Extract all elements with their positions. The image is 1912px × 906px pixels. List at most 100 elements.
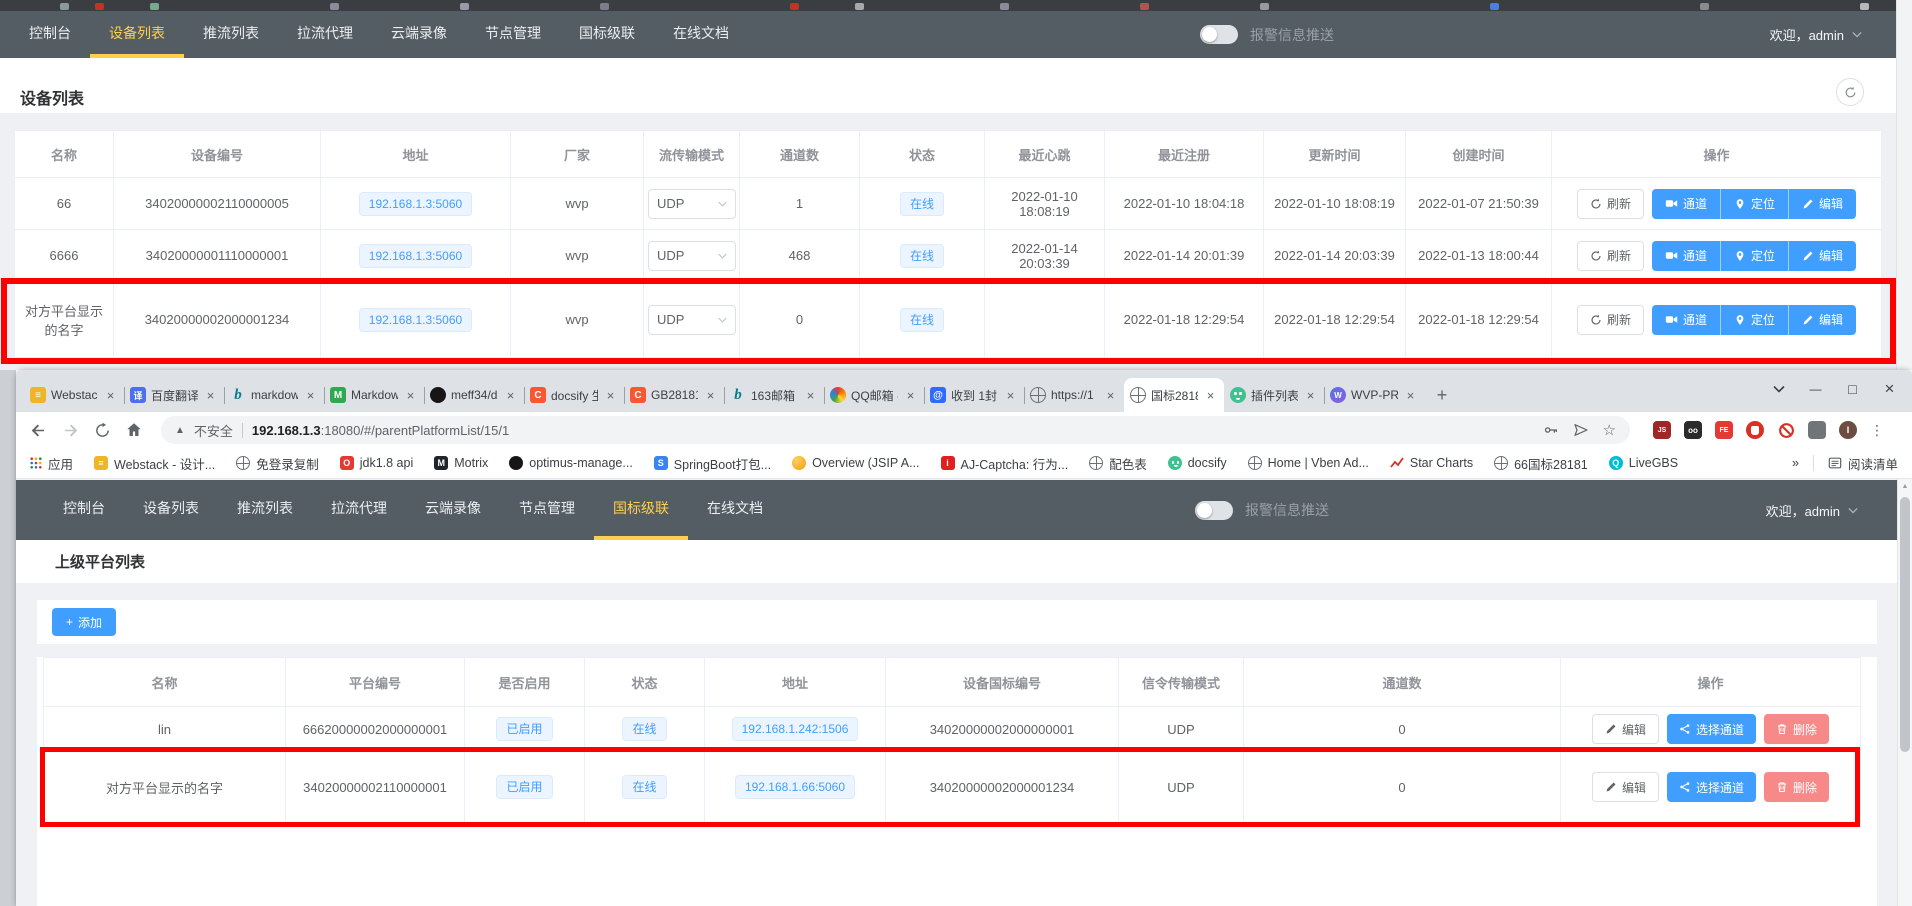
tab-close-icon[interactable]: × (903, 388, 918, 403)
new-tab-button[interactable]: + (1428, 381, 1456, 409)
adblock-hand-extension-icon[interactable] (1746, 421, 1764, 439)
stream-mode-select[interactable]: UDP (648, 189, 736, 219)
tab-close-icon[interactable]: × (1003, 388, 1018, 403)
locate-button[interactable]: 定位 (1721, 189, 1789, 219)
minimize-button[interactable]: — (1797, 370, 1834, 408)
nav-item-pull-proxy[interactable]: 拉流代理 (278, 11, 372, 58)
address-bar[interactable]: ▲ 不安全 192.168.1.3:18080/#/parentPlatform… (161, 416, 1630, 444)
tab-close-icon[interactable]: × (703, 388, 718, 403)
close-window-button[interactable]: × (1871, 370, 1908, 408)
channel-button[interactable]: 通道 (1652, 305, 1721, 335)
home-icon[interactable] (122, 418, 146, 442)
nav-item-pull-proxy[interactable]: 拉流代理 (312, 480, 406, 540)
forward-icon[interactable] (58, 418, 82, 442)
edit-platform-button[interactable]: 编辑 (1592, 772, 1659, 802)
nav-item-push-list[interactable]: 推流列表 (184, 11, 278, 58)
tab-close-icon[interactable]: × (303, 388, 318, 403)
channel-button[interactable]: 通道 (1652, 189, 1721, 219)
back-icon[interactable] (26, 418, 50, 442)
select-channel-button[interactable]: 选择通道 (1667, 714, 1756, 744)
address-badge[interactable]: 192.168.1.3:5060 (359, 308, 472, 332)
add-platform-button[interactable]: +添加 (52, 608, 116, 636)
bookmark-apps[interactable]: 应用 (30, 454, 73, 473)
refresh-device-button[interactable]: 刷新 (1577, 241, 1644, 271)
locate-button[interactable]: 定位 (1721, 241, 1789, 271)
nav-item-cloud-record[interactable]: 云端录像 (372, 11, 466, 58)
tab-close-icon[interactable]: × (203, 388, 218, 403)
bookmark-star-charts[interactable]: Star Charts (1390, 456, 1473, 470)
tab-close-icon[interactable]: × (503, 388, 518, 403)
browser-tab[interactable]: docsify 生× (524, 378, 624, 412)
reading-list-button[interactable]: 阅读清单 (1828, 454, 1898, 473)
delete-platform-button[interactable]: 删除 (1764, 772, 1829, 802)
scroll-up-icon[interactable]: ▲ (1898, 479, 1912, 494)
bookmark-motrix[interactable]: Motrix (434, 456, 488, 470)
bookmark-copy-free[interactable]: 免登录复制 (236, 454, 319, 473)
bookmarks-overflow-icon[interactable]: » (1792, 456, 1799, 470)
browser-tab-active[interactable]: 国标2818× (1124, 378, 1224, 412)
refresh-page-button[interactable] (1836, 78, 1864, 106)
nav-item-online-docs[interactable]: 在线文档 (688, 480, 782, 540)
nav-item-cloud-record[interactable]: 云端录像 (406, 480, 500, 540)
tab-close-icon[interactable]: × (603, 388, 618, 403)
refresh-device-button[interactable]: 刷新 (1577, 189, 1644, 219)
nav-item-online-docs[interactable]: 在线文档 (654, 11, 748, 58)
security-label[interactable]: 不安全 (194, 421, 233, 440)
address-badge[interactable]: 192.168.1.242:1506 (732, 717, 859, 741)
alarm-push-toggle[interactable] (1195, 501, 1233, 520)
password-key-icon[interactable] (1543, 422, 1559, 438)
bookmark-springboot[interactable]: SpringBoot打包... (654, 454, 771, 473)
tab-close-icon[interactable]: × (403, 388, 418, 403)
tab-close-icon[interactable]: × (1303, 388, 1318, 403)
stream-mode-select[interactable]: UDP (648, 241, 736, 271)
nav-item-node-manage[interactable]: 节点管理 (466, 11, 560, 58)
proxy-glasses-extension-icon[interactable]: oo (1684, 421, 1702, 439)
tab-close-icon[interactable]: × (803, 388, 818, 403)
bookmark-webstack[interactable]: Webstack - 设计... (94, 454, 215, 473)
browser-tab[interactable]: meff34/d× (424, 378, 524, 412)
tab-search-icon[interactable] (1760, 370, 1797, 408)
profile-avatar[interactable]: I (1839, 421, 1857, 439)
address-badge[interactable]: 192.168.1.66:5060 (735, 775, 855, 799)
tab-close-icon[interactable]: × (1203, 388, 1218, 403)
edit-device-button[interactable]: 编辑 (1789, 305, 1856, 335)
nav-item-console[interactable]: 控制台 (10, 11, 90, 58)
nav-item-push-list[interactable]: 推流列表 (218, 480, 312, 540)
tab-close-icon[interactable]: × (103, 388, 118, 403)
nav-item-gb-cascade[interactable]: 国标级联 (560, 11, 654, 58)
browser-tab[interactable]: 163邮箱 -× (724, 378, 824, 412)
edit-device-button[interactable]: 编辑 (1789, 241, 1856, 271)
bookmark-gb28181[interactable]: 66国标28181 (1494, 454, 1588, 473)
scrollbar[interactable] (1896, 0, 1912, 370)
browser-tab[interactable]: Webstack× (24, 378, 124, 412)
locate-button[interactable]: 定位 (1721, 305, 1789, 335)
refresh-device-button[interactable]: 刷新 (1577, 305, 1644, 335)
browser-tab[interactable]: 插件列表× (1224, 378, 1324, 412)
nav-item-console[interactable]: 控制台 (44, 480, 124, 540)
bookmark-jdk-api[interactable]: jdk1.8 api (340, 456, 414, 470)
browser-tab[interactable]: Markdow× (324, 378, 424, 412)
browser-tab[interactable]: QQ邮箱 -× (824, 378, 924, 412)
stream-mode-select[interactable]: UDP (648, 305, 736, 335)
blocker-extension-icon[interactable] (1777, 421, 1795, 439)
user-menu[interactable]: 欢迎，admin (1770, 11, 1862, 58)
js-extension-icon[interactable]: JS (1653, 421, 1671, 439)
bookmark-jsip-overview[interactable]: Overview (JSIP A... (792, 456, 919, 470)
browser-tab[interactable]: markdow× (224, 378, 324, 412)
bookmark-docsify[interactable]: docsify (1168, 456, 1227, 470)
user-menu[interactable]: 欢迎，admin (1766, 480, 1858, 540)
bookmark-optimus[interactable]: optimus-manage... (509, 456, 633, 470)
fe-extension-icon[interactable]: FE (1715, 421, 1733, 439)
url-text[interactable]: 192.168.1.3:18080/#/parentPlatformList/1… (252, 423, 509, 438)
edit-platform-button[interactable]: 编辑 (1592, 714, 1659, 744)
browser-tab[interactable]: 收到 1封× (924, 378, 1024, 412)
nav-item-node-manage[interactable]: 节点管理 (500, 480, 594, 540)
bookmark-vben[interactable]: Home | Vben Ad... (1248, 456, 1369, 470)
browser-tab[interactable]: https://1× (1024, 378, 1124, 412)
bookmark-star-icon[interactable]: ☆ (1603, 421, 1616, 439)
bookmark-livegbs[interactable]: LiveGBS (1609, 456, 1678, 470)
scrollbar[interactable]: ▲ (1897, 479, 1912, 906)
send-to-device-icon[interactable] (1573, 422, 1589, 438)
address-badge[interactable]: 192.168.1.3:5060 (359, 192, 472, 216)
nav-item-device-list[interactable]: 设备列表 (90, 11, 184, 58)
